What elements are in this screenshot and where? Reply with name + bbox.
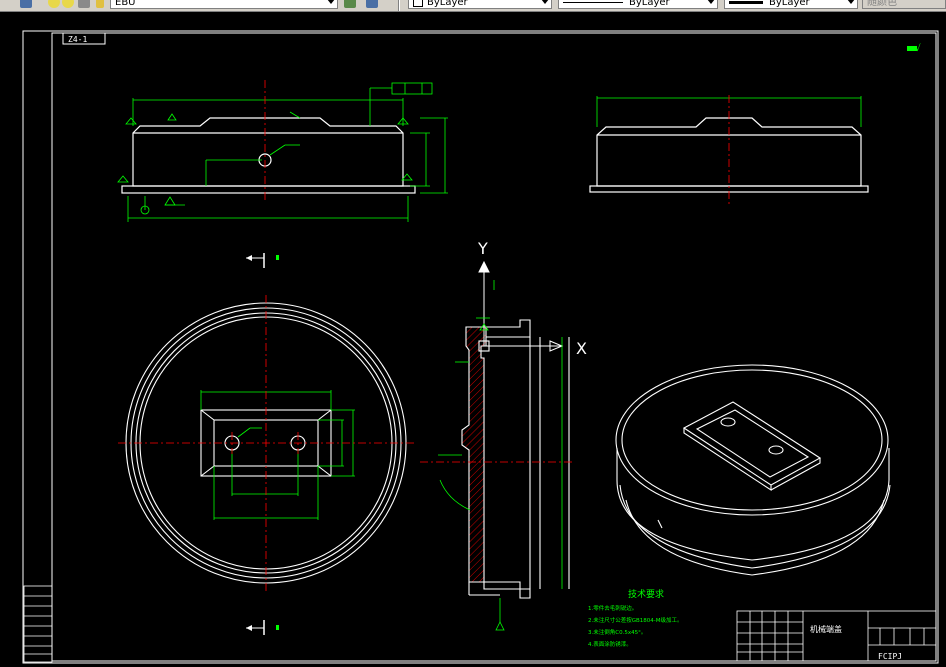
isometric-view: [615, 364, 891, 576]
iso-hole-1: [720, 417, 736, 427]
plotstyle-dropdown[interactable]: 随颜色: [862, 0, 946, 9]
linetype-preview: [563, 1, 623, 3]
section-hatched-wall: [461, 326, 487, 583]
color-value: ByLayer: [427, 0, 468, 8]
iso-top-ellipse: [615, 364, 889, 516]
iso-hole-2: [768, 445, 784, 455]
chevron-down-icon: [707, 0, 715, 4]
leader-line: [269, 144, 286, 156]
weld-mark: [117, 175, 129, 183]
linetype-dropdown[interactable]: ByLayer: [558, 0, 718, 9]
linetype-value: ByLayer: [629, 0, 670, 8]
top-view: [118, 295, 414, 592]
tech-req-item-2: 2.未注尺寸公差按GB1804-M级加工。: [588, 616, 683, 624]
layer-dropdown[interactable]: EBU: [110, 0, 338, 9]
roughness-check-icon: √: [915, 43, 921, 54]
iso-side-wall: [616, 448, 890, 561]
front-view: [117, 80, 448, 222]
toolbar-separator: [398, 0, 400, 11]
iso-boss-top: [682, 401, 822, 486]
section-view: Y X: [420, 239, 587, 631]
registration-table: [23, 585, 53, 663]
chevron-down-icon: [327, 0, 335, 4]
side-view: [589, 95, 869, 205]
section-top-lip: [486, 319, 531, 338]
plotstyle-value: 随颜色: [867, 0, 897, 8]
layer-manager-icon[interactable]: [20, 0, 32, 8]
y-axis-label: Y: [477, 239, 488, 258]
properties-toolbar: EBU ByLayer ByLayer ByLayer 随颜色: [0, 0, 946, 12]
color-swatch-icon[interactable]: [96, 0, 104, 8]
title-block-part-name: 机械端盖: [810, 624, 842, 634]
color-swatch: [413, 0, 423, 7]
geometric-tolerance-frame: [391, 82, 433, 95]
tech-req-title: 技术要求: [628, 588, 664, 600]
tech-req-item-1: 1.零件去毛刺锐边。: [588, 604, 637, 612]
top-label: Z4-1: [68, 35, 87, 44]
x-axis-label: X: [576, 339, 587, 358]
front-view-outline: [132, 117, 404, 187]
roughness-symbol: [164, 196, 176, 206]
color-dropdown[interactable]: ByLayer: [408, 0, 552, 9]
lineweight-preview: [729, 0, 763, 4]
tech-req-item-4: 4.表面涂防锈漆。: [588, 640, 632, 648]
title-block-frame: [736, 610, 937, 662]
tech-req-item-3: 3.未注倒角C0.5x45°。: [588, 628, 646, 636]
chevron-down-icon: [541, 0, 549, 4]
leader-line: [237, 427, 251, 438]
title-block-code: FCIPJ: [878, 652, 902, 661]
chevron-down-icon: [847, 0, 855, 4]
cad-drawing-canvas[interactable]: Z4-1 √ Y X 技术要求 1.零件去毛刺锐边。 2.未注尺寸公差按GB18…: [0, 12, 946, 667]
title-block: [736, 610, 937, 662]
light-bulb-icon[interactable]: [48, 0, 60, 8]
technical-requirements: 技术要求 1.零件去毛刺锐边。 2.未注尺寸公差按GB1804-M级加工。 3.…: [588, 588, 683, 648]
lock-icon[interactable]: [78, 0, 90, 8]
lineweight-value: ByLayer: [769, 0, 810, 8]
weld-mark: [125, 117, 137, 125]
front-view-flange: [121, 185, 416, 194]
section-bottom-lip: [483, 581, 531, 599]
sun-icon[interactable]: [62, 0, 74, 8]
layer-previous-icon[interactable]: [366, 0, 378, 8]
lineweight-dropdown[interactable]: ByLayer: [724, 0, 858, 9]
layer-name: EBU: [115, 0, 136, 8]
angle-dim-arc: [439, 479, 471, 511]
roughness-symbol: [167, 113, 177, 121]
make-current-layer-icon[interactable]: [344, 0, 356, 8]
